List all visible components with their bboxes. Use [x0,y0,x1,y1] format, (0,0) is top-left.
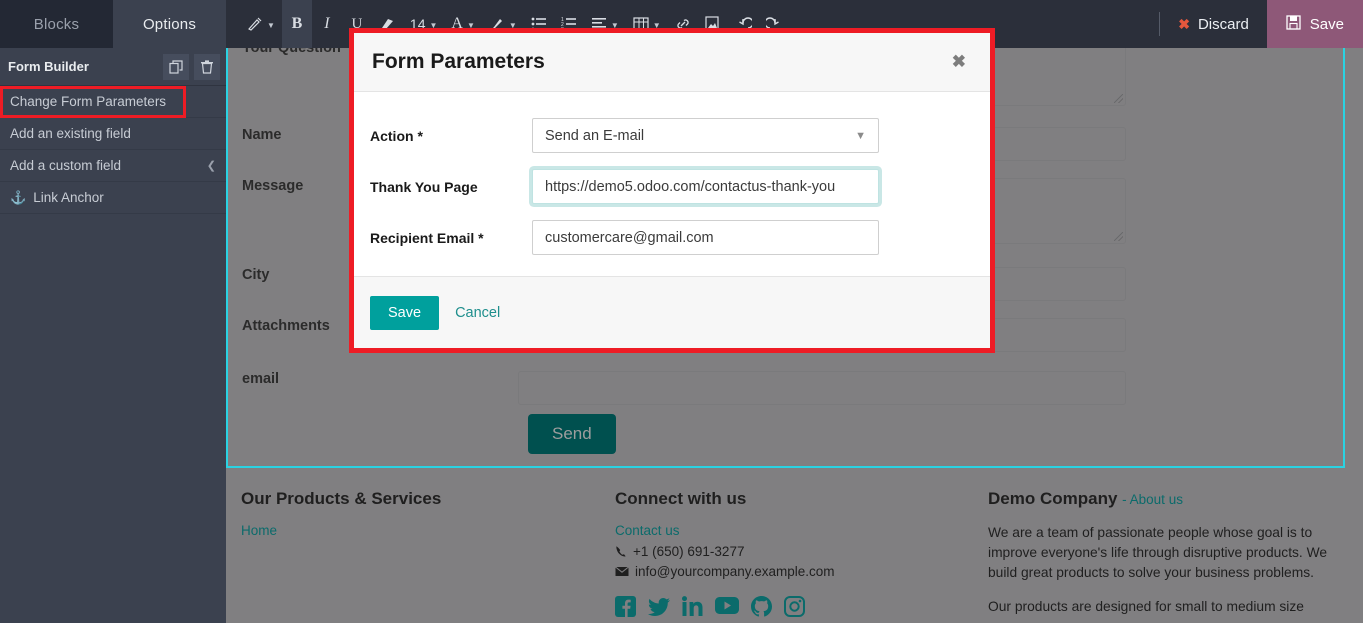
dialog-row-action: Action * Send an E-mail ▼ [354,110,990,161]
footer-link-home[interactable]: Home [241,523,587,538]
sidebar-header: Form Builder [0,48,226,86]
footer-link-contact-us[interactable]: Contact us [615,523,960,538]
app-root: Blocks Options ▼ B I U 14 ▼ A ▼ ▼ 1 2 ▼ … [0,0,1363,623]
site-footer: Our Products & Services Home Connect wit… [226,471,1363,623]
footer-email-value: info@yourcompany.example.com [635,564,835,579]
tab-options-label: Options [142,15,197,33]
sidebar-item-label: Add an existing field [10,126,131,141]
dialog-cancel-button[interactable]: Cancel [455,305,500,321]
envelope-icon [615,566,629,577]
form-field-row: email [226,371,1126,405]
field-label: Action * [370,127,423,144]
style-format-icon[interactable]: ▼ [240,0,282,48]
phone-icon [615,545,627,558]
editor-actions: ✖ Discard Save [1159,0,1363,48]
field-label: Thank You Page [370,178,478,195]
editor-panel-tabs: Blocks Options [0,0,226,48]
sidebar-item-add-existing-field[interactable]: Add an existing field [0,118,226,150]
field-input-email[interactable] [518,371,1126,405]
dialog-title: Form Parameters [372,50,545,73]
linkedin-icon[interactable] [682,596,703,617]
floppy-disk-icon [1286,14,1301,34]
italic-icon[interactable]: I [312,0,342,48]
action-select-value: Send an E-mail [545,127,645,144]
field-label: Recipient Email * [370,229,484,246]
social-links [615,596,960,617]
save-button[interactable]: Save [1266,0,1363,48]
discard-button[interactable]: ✖ Discard [1160,0,1267,48]
footer-heading: Demo Company - About us [988,489,1349,509]
footer-phone: +1 (650) 691-3277 [615,544,960,559]
tab-options[interactable]: Options [113,0,226,48]
close-icon: ✖ [1178,15,1190,32]
field-label: email [242,371,280,387]
trash-icon[interactable] [194,53,220,80]
chevron-down-icon: ▼ [267,20,275,30]
footer-column-products: Our Products & Services Home [226,489,601,623]
instagram-icon[interactable] [784,596,805,617]
tab-blocks[interactable]: Blocks [0,0,113,48]
footer-link-about-us[interactable]: - About us [1122,492,1183,507]
field-control: Send an E-mail ▼ [532,118,879,153]
youtube-icon[interactable] [715,596,739,617]
field-control [532,169,879,204]
field-control [532,220,879,255]
sidebar-item-label: Change Form Parameters [10,94,167,109]
footer-column-company: Demo Company - About us We are a team of… [974,489,1363,623]
dialog-row-recipient-email: Recipient Email * [354,212,990,263]
send-button[interactable]: Send [528,414,616,454]
footer-paragraph-1: We are a team of passionate people whose… [988,525,1328,580]
form-parameters-dialog-highlight: Form Parameters ✖ Action * Send an E-mai… [349,28,995,353]
company-name: Demo Company [988,489,1118,508]
sidebar-item-label: Link Anchor [33,190,104,205]
footer-heading: Our Products & Services [241,489,442,508]
sidebar-item-change-form-parameters[interactable]: Change Form Parameters [0,85,226,118]
github-icon[interactable] [751,596,772,617]
sidebar-item-link-anchor[interactable]: ⚓ Link Anchor [0,182,226,214]
tab-blocks-label: Blocks [33,15,80,33]
highlight-box: Change Form Parameters [0,85,186,118]
dialog-header: Form Parameters ✖ [354,33,990,92]
save-label: Save [1309,15,1344,33]
footer-heading: Connect with us [615,489,747,508]
action-select[interactable]: Send an E-mail ▼ [532,118,879,153]
chevron-left-icon: ❮ [206,160,216,172]
options-sidebar: Form Builder Change Form Parameters Add … [0,48,226,623]
sidebar-item-add-custom-field[interactable]: Add a custom field ❮ [0,150,226,182]
bold-icon[interactable]: B [281,0,312,48]
facebook-icon[interactable] [615,596,636,617]
anchor-icon: ⚓ [10,189,27,205]
chevron-down-icon: ▼ [855,129,866,142]
twitter-icon[interactable] [648,596,670,617]
discard-label: Discard [1197,15,1249,33]
thank-you-page-input[interactable] [532,169,879,204]
sidebar-title: Form Builder [8,59,89,74]
sidebar-item-label: Add a custom field [10,158,122,173]
dialog-row-thank-you-page: Thank You Page [354,161,990,212]
footer-paragraph-2: Our products are designed for small to m… [988,599,1304,614]
dialog-body: Action * Send an E-mail ▼ Thank You Page [354,92,990,276]
footer-column-connect: Connect with us Contact us +1 (650) 691-… [601,489,974,623]
footer-phone-value: +1 (650) 691-3277 [633,544,745,559]
footer-email: info@yourcompany.example.com [615,564,960,579]
recipient-email-input[interactable] [532,220,879,255]
close-icon[interactable]: ✖ [946,48,972,76]
duplicate-icon[interactable] [163,53,189,80]
dialog-save-button[interactable]: Save [370,295,440,330]
dialog-footer: Save Cancel [354,276,990,348]
form-parameters-dialog: Form Parameters ✖ Action * Send an E-mai… [354,33,990,348]
